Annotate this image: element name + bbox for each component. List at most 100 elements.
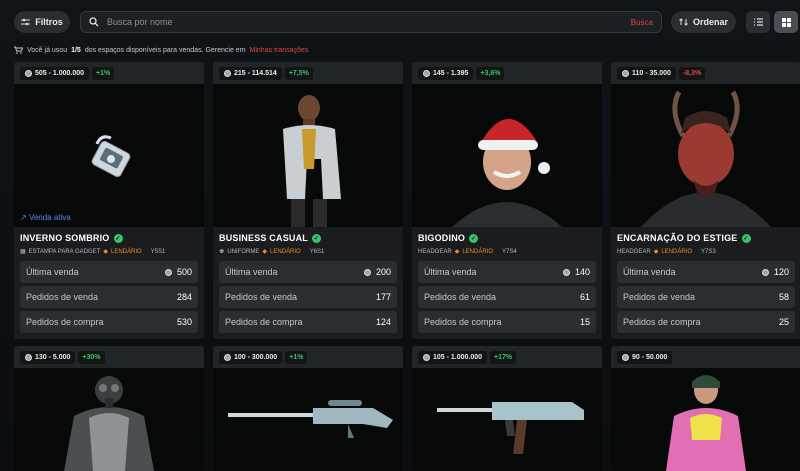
- item-season: Y5S1: [150, 248, 166, 255]
- item-card[interactable]: 145 - 1.395 +3,6% BIGODINO ✓ HEADGEAR ◆ LEN…: [412, 62, 602, 339]
- item-rarity: LENDÁRIO: [270, 248, 301, 255]
- card-header: 105 - 1.000.000 +17%: [412, 346, 602, 368]
- last-sale-value: 200: [375, 267, 391, 277]
- pink-uniform-icon: [666, 375, 746, 471]
- card-header: 505 - 1.000.000 +1%: [14, 62, 204, 84]
- card-header: 100 - 300.000 +1%: [213, 346, 403, 368]
- credit-icon: [423, 69, 430, 77]
- credit-icon: [224, 353, 231, 361]
- sell-orders-row: Pedidos de venda 284: [20, 286, 198, 308]
- notice-prefix: Você já usou: [27, 46, 68, 54]
- search-icon: [89, 17, 99, 27]
- last-sale-row: Última venda 500: [20, 261, 198, 283]
- buy-orders-row: Pedidos de compra 124: [219, 311, 397, 333]
- price-change: +7,5%: [284, 66, 313, 80]
- rarity-icon: ◆: [103, 249, 108, 255]
- assault-rifle-icon: [437, 402, 584, 454]
- filters-button[interactable]: Filtros: [14, 11, 70, 33]
- sell-orders-row: Pedidos de venda 58: [617, 286, 795, 308]
- cart-icon: [14, 46, 23, 54]
- buy-orders-value: 15: [579, 317, 590, 327]
- active-sale-tag: ↗ Venda ativa: [20, 213, 71, 222]
- order-button[interactable]: Ordenar: [671, 11, 736, 33]
- buy-orders-label: Pedidos de compra: [424, 317, 502, 327]
- notice-middle: dos espaços disponíveis para vendas. Ger…: [84, 46, 246, 54]
- sales-slots-notice: Você já usou 1/5 dos espaços disponíveis…: [14, 46, 308, 54]
- buy-orders-value: 25: [778, 317, 789, 327]
- last-sale-value: 140: [574, 267, 590, 277]
- active-sale-label: Venda ativa: [28, 213, 71, 222]
- card-header: 90 - 50.000: [611, 346, 800, 368]
- sell-orders-row: Pedidos de venda 177: [219, 286, 397, 308]
- sell-orders-value: 177: [375, 292, 391, 302]
- item-type: ESTAMPA PARA GADGET: [28, 248, 101, 255]
- last-sale-value: 120: [773, 267, 789, 277]
- headgear-icon: [452, 118, 562, 227]
- item-card[interactable]: 90 - 50.000: [611, 346, 800, 471]
- item-season: Y7S3: [701, 248, 716, 255]
- item-card[interactable]: 215 - 114.514 +7,5% BUSINESS CASUAL ✓ ♚ UN…: [213, 62, 403, 339]
- item-rarity: LENDÁRIO: [462, 248, 493, 255]
- last-sale-value: 500: [176, 267, 192, 277]
- item-card[interactable]: 100 - 300.000 +1%: [213, 346, 403, 471]
- card-header: 110 - 35.000 -8,3%: [611, 62, 800, 84]
- price-range-badge: 110 - 35.000: [617, 66, 676, 80]
- buy-orders-label: Pedidos de compra: [623, 317, 701, 327]
- search-bar: Busca: [80, 11, 662, 33]
- last-sale-row: Última venda 120: [617, 261, 795, 283]
- buy-orders-row: Pedidos de compra 25: [617, 311, 795, 333]
- sell-orders-label: Pedidos de venda: [623, 292, 696, 302]
- buy-orders-label: Pedidos de compra: [26, 317, 104, 327]
- credit-icon: [164, 268, 172, 276]
- verified-icon: ✓: [469, 233, 479, 243]
- item-card[interactable]: 110 - 35.000 -8,3% ENCARNAÇÃO DO ESTIGE ✓…: [611, 62, 800, 339]
- item-type: UNIFORME: [227, 248, 260, 255]
- last-sale-label: Última venda: [26, 267, 79, 277]
- top-bar: Filtros Busca Ordenar: [0, 0, 800, 44]
- price-range-badge: 105 - 1.000.000: [418, 350, 488, 364]
- last-sale-row: Última venda 200: [219, 261, 397, 283]
- price-change: +1%: [92, 66, 115, 80]
- price-range: 90 - 50.000: [632, 353, 668, 361]
- card-header: 130 - 5.000 +30%: [14, 346, 204, 368]
- credit-icon: [224, 69, 231, 77]
- item-title: INVERNO SOMBRIO: [20, 233, 110, 243]
- search-button[interactable]: Busca: [631, 18, 653, 27]
- item-card[interactable]: 105 - 1.000.000 +17%: [412, 346, 602, 471]
- my-transactions-link[interactable]: Minhas transações: [250, 47, 309, 54]
- sell-orders-label: Pedidos de venda: [26, 292, 99, 302]
- credit-icon: [25, 69, 32, 77]
- credit-icon: [363, 268, 371, 276]
- sell-orders-label: Pedidos de venda: [225, 292, 298, 302]
- search-input[interactable]: [107, 17, 623, 27]
- item-card[interactable]: 505 - 1.000.000 +1% ↗ Venda ativa INVERN…: [14, 62, 204, 339]
- credit-icon: [622, 69, 629, 77]
- item-image: [611, 84, 800, 227]
- item-image: [611, 368, 800, 471]
- sell-orders-row: Pedidos de venda 61: [418, 286, 596, 308]
- credit-icon: [761, 268, 769, 276]
- sell-orders-value: 284: [176, 292, 192, 302]
- sell-orders-value: 58: [778, 292, 789, 302]
- grid-view-button[interactable]: [774, 11, 798, 33]
- price-range: 505 - 1.000.000: [35, 69, 85, 77]
- price-range: 215 - 114.514: [234, 69, 277, 77]
- item-image: [213, 368, 403, 471]
- item-card[interactable]: 130 - 5.000 +30%: [14, 346, 204, 471]
- rarity-icon: ◆: [454, 249, 460, 255]
- item-title: BIGODINO: [418, 233, 466, 243]
- price-range-badge: 215 - 114.514: [219, 66, 282, 80]
- item-title: BUSINESS CASUAL: [219, 233, 309, 243]
- verified-icon: ✓: [312, 233, 322, 243]
- price-change: +17%: [490, 350, 517, 364]
- last-sale-label: Última venda: [623, 267, 676, 277]
- buy-orders-value: 530: [176, 317, 192, 327]
- filters-label: Filtros: [35, 17, 63, 27]
- rarity-icon: ◆: [262, 249, 268, 255]
- price-range-badge: 145 - 1.395: [418, 66, 474, 80]
- price-range: 110 - 35.000: [632, 69, 671, 77]
- list-view-button[interactable]: [746, 11, 770, 33]
- last-sale-row: Última venda 140: [418, 261, 596, 283]
- rarity-icon: ◆: [653, 249, 659, 255]
- item-type: HEADGEAR: [617, 248, 651, 255]
